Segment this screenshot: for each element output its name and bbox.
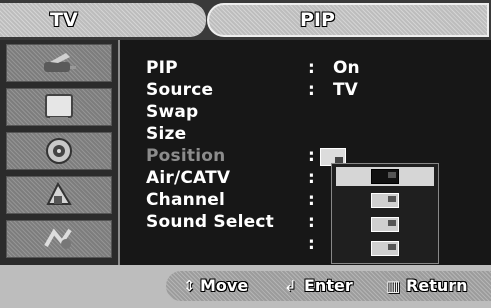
menu-colon: : xyxy=(308,80,315,100)
return-icon: ▥ xyxy=(386,277,401,295)
menu-item-swap[interactable]: Swap xyxy=(146,102,198,122)
menu-colon: : xyxy=(308,234,315,254)
channel-icon[interactable] xyxy=(6,176,112,214)
pip-position-icon xyxy=(371,241,399,256)
menu-item-air-catv[interactable]: Air/CATV xyxy=(146,168,230,188)
menu-colon: : xyxy=(308,168,315,188)
menu-category-sidebar xyxy=(0,40,118,265)
move-arrows-icon: ⇕ xyxy=(183,277,196,295)
antenna-icon-glyph xyxy=(44,53,76,72)
menu-colon: : xyxy=(308,146,315,166)
enter-icon: ↲ xyxy=(284,277,297,295)
sound-icon-glyph xyxy=(46,138,72,164)
pip-value: On xyxy=(333,58,360,78)
antenna-icon[interactable] xyxy=(6,44,112,82)
tv-tab[interactable] xyxy=(0,3,206,37)
pip-position-icon xyxy=(371,193,399,208)
position-dropdown xyxy=(331,163,439,264)
header-bar: TV PIP xyxy=(0,0,491,40)
menu-item-pip[interactable]: PIP xyxy=(146,58,178,78)
tv-osd-screen: TV PIP PIP: On Source: TV Swap Size: … xyxy=(0,0,491,308)
channel-icon-glyph xyxy=(46,181,72,205)
enter-hint-label: Enter xyxy=(304,276,353,295)
position-option[interactable] xyxy=(336,215,434,234)
picture-icon-glyph xyxy=(45,94,73,120)
menu-item-position[interactable]: Position xyxy=(146,146,225,166)
move-hint-label: Move xyxy=(200,276,249,295)
source-value: TV xyxy=(333,80,358,100)
return-hint-label: Return xyxy=(406,276,468,295)
tv-tab-label: TV xyxy=(50,9,78,31)
picture-icon[interactable] xyxy=(6,88,112,126)
setup-icon[interactable] xyxy=(6,220,112,258)
footer-hint-bar: ⇕ Move ↲ Enter ▥ Return xyxy=(0,265,491,308)
menu-item-sound-select[interactable]: Sound Select xyxy=(146,212,274,232)
pip-title-tab xyxy=(207,3,489,37)
menu-item-size[interactable]: Size xyxy=(146,124,186,144)
menu-item-source[interactable]: Source xyxy=(146,80,213,100)
position-option[interactable] xyxy=(336,191,434,210)
setup-icon-glyph xyxy=(44,228,72,249)
pip-position-icon xyxy=(371,169,399,184)
position-option[interactable] xyxy=(336,239,434,258)
sound-icon[interactable] xyxy=(6,132,112,170)
menu-colon: : xyxy=(308,212,315,232)
position-option-top-right[interactable] xyxy=(336,167,434,186)
page-title: PIP xyxy=(300,9,335,31)
menu-colon: : xyxy=(308,58,315,78)
menu-item-channel[interactable]: Channel xyxy=(146,190,225,210)
menu-colon: : xyxy=(308,190,315,210)
pip-position-icon xyxy=(371,217,399,232)
